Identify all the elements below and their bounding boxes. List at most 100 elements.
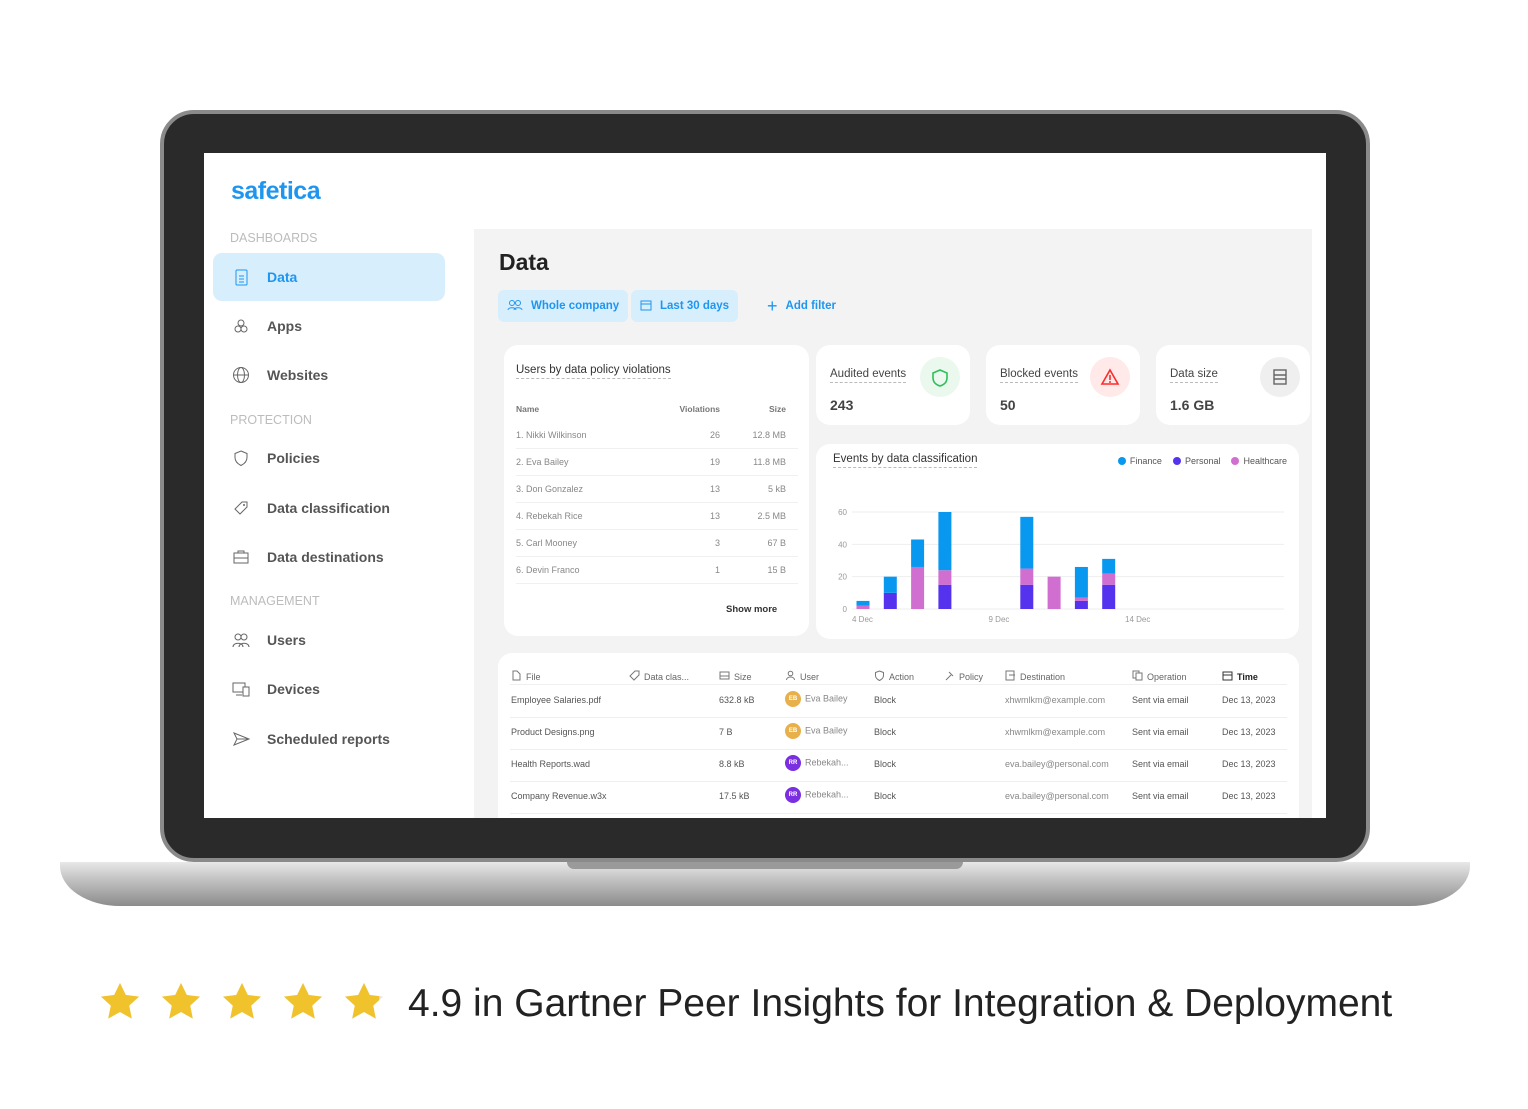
apps-icon: [232, 317, 250, 335]
events-table: File Data clas... Size User Action Policy Dest…: [498, 653, 1299, 818]
column-header-operation[interactable]: Operation: [1132, 670, 1187, 683]
copy-icon: [1132, 670, 1143, 683]
sidebar-item-users[interactable]: Users: [213, 616, 445, 664]
kpi-blocked-events[interactable]: Blocked events 50: [986, 345, 1140, 425]
bar-personal[interactable]: [938, 584, 952, 609]
sidebar-item-label: Policies: [267, 450, 320, 466]
bar-healthcare[interactable]: [1047, 576, 1061, 609]
sidebar-item-apps[interactable]: Apps: [213, 302, 445, 350]
bar-personal[interactable]: [1102, 584, 1116, 609]
warning-icon: [1090, 357, 1130, 397]
divider: [510, 684, 1287, 685]
action: Block: [874, 791, 897, 801]
bar-finance[interactable]: [856, 600, 870, 606]
action: Block: [874, 759, 897, 769]
data-size: 12.8 MB: [752, 430, 786, 440]
kpi-audited-events[interactable]: Audited events 243: [816, 345, 970, 425]
violations-row[interactable]: 5. Carl Mooney 3 67 B: [516, 530, 798, 557]
avatar: EB: [785, 691, 801, 707]
sidebar-item-label: Data: [267, 269, 298, 285]
user-name: 1. Nikki Wilkinson: [516, 430, 587, 440]
storage-icon: [719, 670, 730, 683]
sidebar-item-scheduled-reports[interactable]: Scheduled reports: [213, 715, 445, 763]
show-more-link[interactable]: Show more: [726, 604, 777, 615]
destination: xhwmlkm@example.com: [1005, 695, 1106, 705]
sidebar-item-label: Users: [267, 632, 306, 648]
sidebar-section-management: MANAGEMENT: [230, 594, 320, 608]
sidebar-item-data-classification[interactable]: Data classification: [213, 484, 445, 532]
add-filter-button[interactable]: + Add filter: [758, 290, 845, 322]
time: Dec 13, 2023: [1222, 791, 1276, 801]
bar-finance[interactable]: [883, 576, 897, 593]
operation: Sent via email: [1132, 791, 1189, 801]
y-tick-label: 40: [838, 540, 847, 549]
data-size: 11.8 MB: [753, 457, 786, 467]
bar-healthcare[interactable]: [1020, 568, 1034, 585]
event-row[interactable]: Employee Salaries.pdf 632.8 kB EB Eva Baile…: [498, 687, 1299, 717]
violations-row[interactable]: 1. Nikki Wilkinson 26 12.8 MB: [516, 422, 798, 449]
bar-finance[interactable]: [938, 512, 952, 571]
laptop-screen: safetica DASHBOARDS Data Apps Websites PROTE…: [204, 153, 1326, 818]
globe-icon: [232, 366, 250, 384]
star-icon: [345, 983, 383, 1019]
sidebar-item-policies[interactable]: Policies: [213, 434, 445, 482]
event-row[interactable]: Company Revenue.w3x 17.5 kB RR Rebekah... Bl…: [498, 783, 1299, 813]
user-cell: EB Eva Bailey: [785, 723, 848, 739]
sidebar-item-label: Websites: [267, 367, 329, 383]
sidebar-item-websites[interactable]: Websites: [213, 351, 445, 399]
violations-row[interactable]: 2. Eva Bailey 19 11.8 MB: [516, 449, 798, 476]
bar-finance[interactable]: [911, 539, 925, 567]
col-size: Size: [768, 403, 786, 414]
file-size: 17.5 kB: [719, 791, 750, 801]
column-header-file[interactable]: File: [511, 670, 541, 683]
operation: Sent via email: [1132, 759, 1189, 769]
event-row[interactable]: Health Reports.wad 8.8 kB RR Rebekah... Bloc…: [498, 751, 1299, 781]
bar-personal[interactable]: [1020, 584, 1034, 609]
star-icon: [284, 983, 322, 1019]
bar-healthcare[interactable]: [911, 566, 925, 609]
column-header-dataclas[interactable]: Data clas...: [629, 670, 689, 683]
bar-personal[interactable]: [883, 592, 897, 609]
sidebar-item-data-destinations[interactable]: Data destinations: [213, 533, 445, 581]
events-chart-card: Events by data classification Finance Per…: [816, 444, 1299, 639]
column-header-policy[interactable]: Policy: [944, 670, 983, 683]
column-label: Destination: [1020, 671, 1066, 682]
file-name: Product Designs.png: [511, 727, 595, 737]
bar-finance[interactable]: [1020, 516, 1034, 569]
bar-finance[interactable]: [1074, 566, 1088, 598]
bar-finance[interactable]: [1102, 558, 1116, 574]
send-icon: [232, 730, 250, 748]
violations-row[interactable]: 4. Rebekah Rice 13 2.5 MB: [516, 503, 798, 530]
kpi-data-size[interactable]: Data size 1.6 GB: [1156, 345, 1310, 425]
bar-healthcare[interactable]: [938, 570, 952, 585]
users-icon: [507, 299, 523, 314]
add-filter-label: Add filter: [785, 300, 836, 312]
bar-personal[interactable]: [1074, 600, 1088, 609]
data-size: 67 B: [767, 538, 786, 548]
column-header-time[interactable]: Time: [1222, 670, 1258, 683]
column-header-size[interactable]: Size: [719, 670, 752, 683]
data-size: 15 B: [767, 565, 786, 575]
violations-row[interactable]: 3. Don Gonzalez 13 5 kB: [516, 476, 798, 503]
filter-whole-company[interactable]: Whole company: [498, 290, 629, 322]
event-row[interactable]: Product Designs.png 7 B EB Eva Bailey Block x…: [498, 719, 1299, 749]
column-header-action[interactable]: Action: [874, 670, 914, 683]
filter-date-range[interactable]: Last 30 days: [631, 290, 739, 322]
violations-title: Users by data policy violations: [516, 364, 671, 379]
sidebar-section-protection: PROTECTION: [230, 413, 312, 427]
filter-label: Whole company: [531, 300, 620, 312]
sidebar-item-label: Scheduled reports: [267, 731, 390, 747]
bar-healthcare[interactable]: [1102, 573, 1116, 585]
violations-row[interactable]: 6. Devin Franco 1 15 B: [516, 557, 798, 584]
destination: eva.bailey@personal.com: [1005, 759, 1109, 769]
destination-icon: [1005, 670, 1016, 683]
bar-healthcare[interactable]: [1074, 597, 1088, 601]
time: Dec 13, 2023: [1222, 759, 1276, 769]
sidebar-item-data[interactable]: Data: [213, 253, 445, 301]
bar-healthcare[interactable]: [856, 605, 870, 609]
sidebar-item-devices[interactable]: Devices: [213, 665, 445, 713]
col-violations: Violations: [679, 403, 720, 414]
column-header-user[interactable]: User: [785, 670, 819, 683]
column-header-destination[interactable]: Destination: [1005, 670, 1065, 683]
column-label: User: [800, 671, 820, 682]
